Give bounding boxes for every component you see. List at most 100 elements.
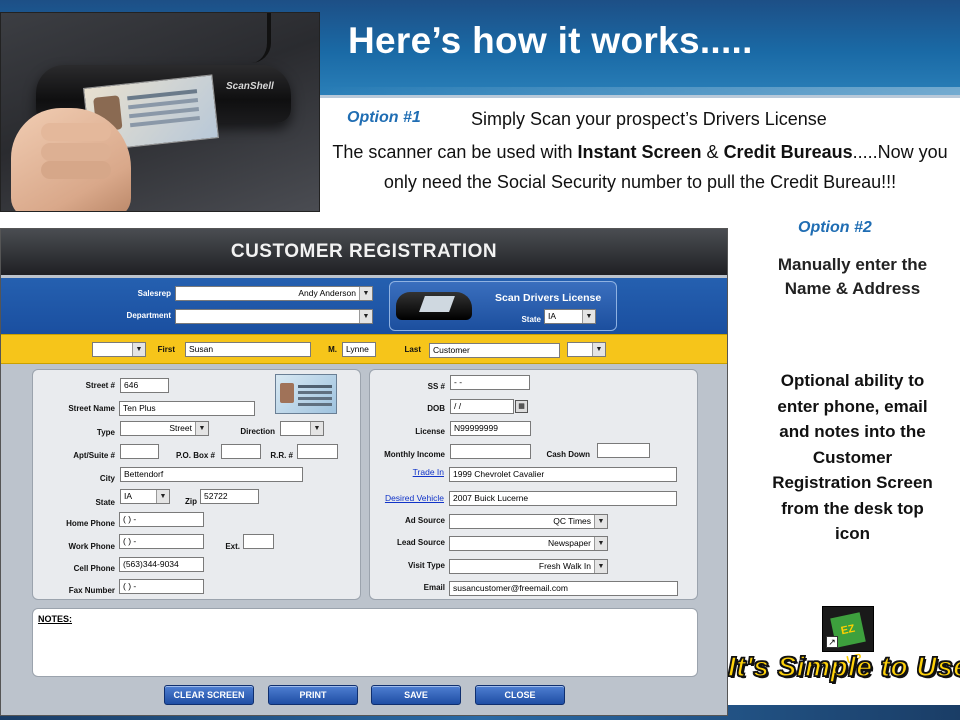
trade-in-link[interactable]: Trade In [381, 467, 444, 477]
salesrep-value: Andy Anderson [298, 288, 356, 298]
header-rule [320, 95, 960, 98]
zip-field[interactable]: 52722 [200, 489, 259, 504]
ssn-label: SS # [427, 382, 445, 391]
save-button[interactable]: SAVE [371, 685, 461, 705]
scanner-photo: ScanShell [0, 12, 320, 212]
last-name-label: Last [404, 345, 421, 354]
visit-type-label: Visit Type [407, 561, 445, 570]
scanner-brand: ScanShell [226, 81, 274, 92]
extension-field[interactable] [243, 534, 274, 549]
notes-textarea[interactable] [32, 608, 698, 677]
state-top-label: State [521, 315, 541, 324]
prefix-dropdown[interactable]: ▼ [92, 342, 146, 357]
email-field[interactable]: susancustomer@freemail.com [449, 581, 678, 596]
clear-screen-button[interactable]: CLEAR SCREEN [164, 685, 254, 705]
home-phone-field[interactable]: ( ) - [119, 512, 204, 527]
street-type-dropdown[interactable]: Street ▼ [120, 421, 209, 436]
chevron-down-icon: ▼ [594, 537, 607, 550]
first-name-field[interactable]: Susan [185, 342, 311, 357]
po-box-label: P.O. Box # [176, 451, 215, 460]
scan-description: The scanner can be used with Instant Scr… [332, 142, 948, 192]
direction-dropdown[interactable]: ▼ [280, 421, 324, 436]
desired-vehicle-field[interactable]: 2007 Buick Lucerne [449, 491, 677, 506]
scan-button-label: Scan Drivers License [495, 292, 602, 304]
state-top-value: IA [548, 311, 557, 321]
rural-route-label: R.R. # [270, 451, 293, 460]
zip-label: Zip [185, 497, 197, 506]
simple-to-use-banner: It's Simple to Use! [727, 650, 960, 683]
email-label: Email [423, 583, 445, 592]
street-type-label: Type [96, 428, 115, 437]
work-phone-label: Work Phone [68, 542, 115, 551]
state-dropdown[interactable]: IA ▼ [120, 489, 170, 504]
close-button[interactable]: CLOSE [475, 685, 565, 705]
trade-in-field[interactable]: 1999 Chevrolet Cavalier [449, 467, 677, 482]
option2-label: Option #2 [798, 219, 872, 236]
middle-name-field[interactable]: Lynne [342, 342, 376, 357]
chevron-down-icon: ▼ [132, 343, 145, 356]
monthly-income-field[interactable] [450, 444, 531, 459]
department-label: Department [126, 311, 171, 320]
scanner-icon [396, 292, 472, 320]
name-band: ▼ First Susan M. Lynne Last Customer ▼ [1, 334, 727, 364]
cell-phone-field[interactable]: (563)344-9034 [119, 557, 204, 572]
chevron-down-icon: ▼ [195, 422, 208, 435]
chevron-down-icon: ▼ [592, 343, 605, 356]
dob-field[interactable]: / / [450, 399, 514, 414]
shortcut-arrow-icon: ↗ [826, 636, 838, 648]
lead-source-label: Lead Source [396, 538, 445, 547]
lead-source-value: Newspaper [548, 538, 591, 548]
license-thumbnail [275, 374, 337, 414]
chevron-down-icon: ▼ [359, 310, 372, 323]
department-dropdown[interactable]: ▼ [175, 309, 373, 324]
middle-name-label: M. [328, 345, 337, 354]
cash-down-label: Cash Down [546, 450, 590, 459]
hand-fingers [41, 123, 111, 141]
state-top-dropdown[interactable]: IA ▼ [544, 309, 596, 324]
cash-down-field[interactable] [597, 443, 650, 458]
dob-label: DOB [427, 404, 445, 413]
license-field[interactable]: N99999999 [450, 421, 531, 436]
work-phone-field[interactable]: ( ) - [119, 534, 204, 549]
ad-source-label: Ad Source [404, 516, 445, 525]
ad-source-value: QC Times [553, 516, 591, 526]
street-name-label: Street Name [68, 404, 115, 413]
print-button[interactable]: PRINT [268, 685, 358, 705]
notes-label: NOTES: [38, 614, 73, 624]
direction-label: Direction [240, 427, 275, 436]
suffix-dropdown[interactable]: ▼ [567, 342, 606, 357]
last-name-field[interactable]: Customer [429, 343, 560, 358]
chevron-down-icon: ▼ [582, 310, 595, 323]
street-type-value: Street [169, 423, 192, 433]
option2-text: Manually enter the Name & Address [777, 255, 928, 298]
rural-route-field[interactable] [297, 444, 338, 459]
fax-number-label: Fax Number [68, 586, 115, 595]
chevron-down-icon: ▼ [310, 422, 323, 435]
chevron-down-icon: ▼ [359, 287, 372, 300]
first-name-label: First [157, 345, 175, 354]
street-name-field[interactable]: Ten Plus [119, 401, 255, 416]
city-label: City [99, 474, 115, 483]
salesrep-dropdown[interactable]: Andy Anderson ▼ [175, 286, 373, 301]
ad-source-dropdown[interactable]: QC Times ▼ [449, 514, 608, 529]
chevron-down-icon: ▼ [594, 515, 607, 528]
lead-source-dropdown[interactable]: Newspaper ▼ [449, 536, 608, 551]
license-label: License [415, 427, 445, 436]
city-field[interactable]: Bettendorf [120, 467, 303, 482]
fax-number-field[interactable]: ( ) - [119, 579, 204, 594]
monthly-income-label: Monthly Income [384, 450, 445, 459]
ssn-field[interactable]: - - [450, 375, 530, 390]
street-number-label: Street # [85, 381, 115, 390]
calendar-icon[interactable]: ▦ [515, 400, 528, 413]
ez-up-desktop-icon[interactable]: EZ UP ↗ [822, 606, 874, 667]
slide-title: Here’s how it works..... [348, 20, 753, 61]
desired-vehicle-link[interactable]: Desired Vehicle [373, 493, 444, 503]
po-box-field[interactable] [221, 444, 261, 459]
scanner-cable [241, 13, 271, 63]
customer-registration-window: CUSTOMER REGISTRATION Salesrep Andy Ande… [0, 228, 728, 716]
apt-suite-field[interactable] [120, 444, 159, 459]
street-number-field[interactable]: 646 [120, 378, 169, 393]
cell-phone-label: Cell Phone [73, 564, 115, 573]
optional-features-text: Optional ability to enter phone, email a… [772, 371, 933, 543]
visit-type-dropdown[interactable]: Fresh Walk In ▼ [449, 559, 608, 574]
